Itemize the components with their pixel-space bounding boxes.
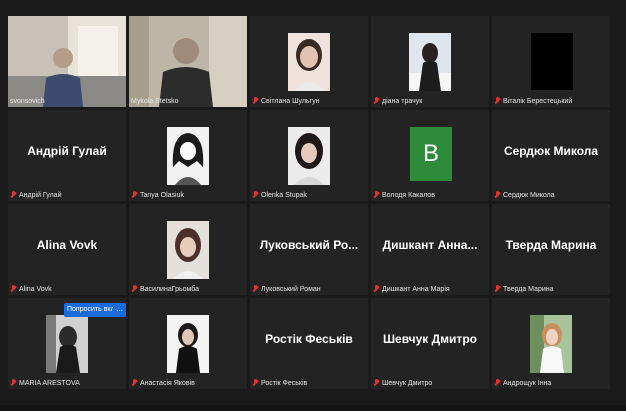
muted-mic-icon [131, 379, 138, 387]
active-speaker-tile[interactable]: Mykola Stetsko [129, 16, 247, 107]
participant-tile[interactable]: Сердюк Микола Сердюк Микола [492, 110, 610, 201]
gallery-grid: svonsovich Mykola Stetsko Світлана Шульг [8, 16, 610, 389]
participant-name: Світлана Шульгун [252, 97, 319, 105]
participant-tile[interactable]: Анастасія Яковів [129, 298, 247, 389]
participant-display-name: Шевчук Дмитро [383, 332, 477, 346]
participant-name: Луковський Роман [252, 285, 321, 293]
muted-mic-icon [131, 191, 138, 199]
muted-mic-icon [252, 191, 259, 199]
toolbar-strip [0, 405, 626, 411]
participant-tile[interactable]: svonsovich [8, 16, 126, 107]
participant-tile[interactable]: Шевчук Дмитро Шевчук Дмитро [371, 298, 489, 389]
muted-mic-icon [10, 285, 17, 293]
participant-tile[interactable]: Луковський Ро... Луковський Роман [250, 204, 368, 295]
profile-photo [530, 315, 572, 373]
participant-tile[interactable]: Alina Vovk Alina Vovk [8, 204, 126, 295]
participant-name: Tanya Olasiuk [131, 191, 184, 199]
muted-mic-icon [494, 97, 501, 105]
participant-name: Шевчук Дмитро [373, 379, 432, 387]
muted-mic-icon [10, 191, 17, 199]
participant-tile[interactable]: діана трачук [371, 16, 489, 107]
participant-name: Дишкант Анна Марія [373, 285, 450, 293]
participant-name: MARIA ARESTOVA [10, 379, 80, 387]
participant-name: діана трачук [373, 97, 422, 105]
profile-photo [167, 221, 209, 279]
participant-display-name: Андрій Гулай [27, 144, 107, 158]
participant-name: Mykola Stetsko [131, 98, 179, 105]
muted-mic-icon [252, 97, 259, 105]
muted-mic-icon [373, 191, 380, 199]
participant-video [129, 16, 247, 107]
profile-photo [288, 33, 330, 91]
participant-tile[interactable]: Віталік Берестецький [492, 16, 610, 107]
participant-name: svonsovich [10, 98, 45, 105]
participant-name: Андрощук Інна [494, 379, 551, 387]
profile-photo [167, 315, 209, 373]
participant-name: Сердюк Микола [494, 191, 555, 199]
muted-mic-icon [373, 379, 380, 387]
muted-mic-icon [494, 285, 501, 293]
participant-tile[interactable]: Дишкант Анна... Дишкант Анна Марія [371, 204, 489, 295]
muted-mic-icon [494, 379, 501, 387]
participant-display-name: Сердюк Микола [503, 144, 599, 158]
profile-photo [167, 127, 209, 185]
muted-mic-icon [10, 379, 17, 387]
participant-video [8, 16, 126, 107]
participant-name: Анастасія Яковів [131, 379, 195, 387]
ask-to-unmute-button[interactable]: Попросить вкл [64, 303, 118, 317]
profile-photo [288, 127, 330, 185]
avatar: B [410, 127, 452, 181]
participant-name: Володя Какалов [373, 191, 435, 199]
participant-display-name: Дишкант Анна... [382, 238, 478, 252]
participant-display-name: Тверда Марина [505, 238, 597, 252]
profile-photo [46, 315, 88, 373]
participant-name: ВасилинаГрьомба [131, 285, 199, 293]
participant-tile[interactable]: Ростік Феськів Ростік Феськів [250, 298, 368, 389]
participant-tile[interactable]: Тверда Марина Тверда Марина [492, 204, 610, 295]
participant-name: Віталік Берестецький [494, 97, 572, 105]
participant-tile[interactable]: Olenka Stupak [250, 110, 368, 201]
participant-name: Alina Vovk [10, 285, 52, 293]
muted-mic-icon [252, 285, 259, 293]
participant-name: Olenka Stupak [252, 191, 307, 199]
muted-mic-icon [373, 97, 380, 105]
participant-tile[interactable]: B Володя Какалов [371, 110, 489, 201]
profile-photo [531, 33, 573, 90]
participant-display-name: Ростік Феськів [265, 332, 353, 346]
participant-tile[interactable]: Світлана Шульгун [250, 16, 368, 107]
participant-name: Андрій Гулай [10, 191, 61, 199]
participant-display-name: Alina Vovk [36, 238, 98, 252]
participant-tile[interactable]: Tanya Olasiuk [129, 110, 247, 201]
participant-tile[interactable]: Андрій Гулай Андрій Гулай [8, 110, 126, 201]
muted-mic-icon [494, 191, 501, 199]
muted-mic-icon [373, 285, 380, 293]
more-options-button[interactable]: ... [113, 303, 126, 317]
participant-name: Ростік Феськів [252, 379, 307, 387]
muted-mic-icon [252, 379, 259, 387]
participant-display-name: Луковський Ро... [259, 238, 359, 252]
participant-tile[interactable]: Андрощук Інна [492, 298, 610, 389]
profile-photo [409, 33, 451, 91]
participant-tile[interactable]: ВасилинаГрьомба [129, 204, 247, 295]
participant-name: Тверда Марина [494, 285, 554, 293]
muted-mic-icon [131, 285, 138, 293]
